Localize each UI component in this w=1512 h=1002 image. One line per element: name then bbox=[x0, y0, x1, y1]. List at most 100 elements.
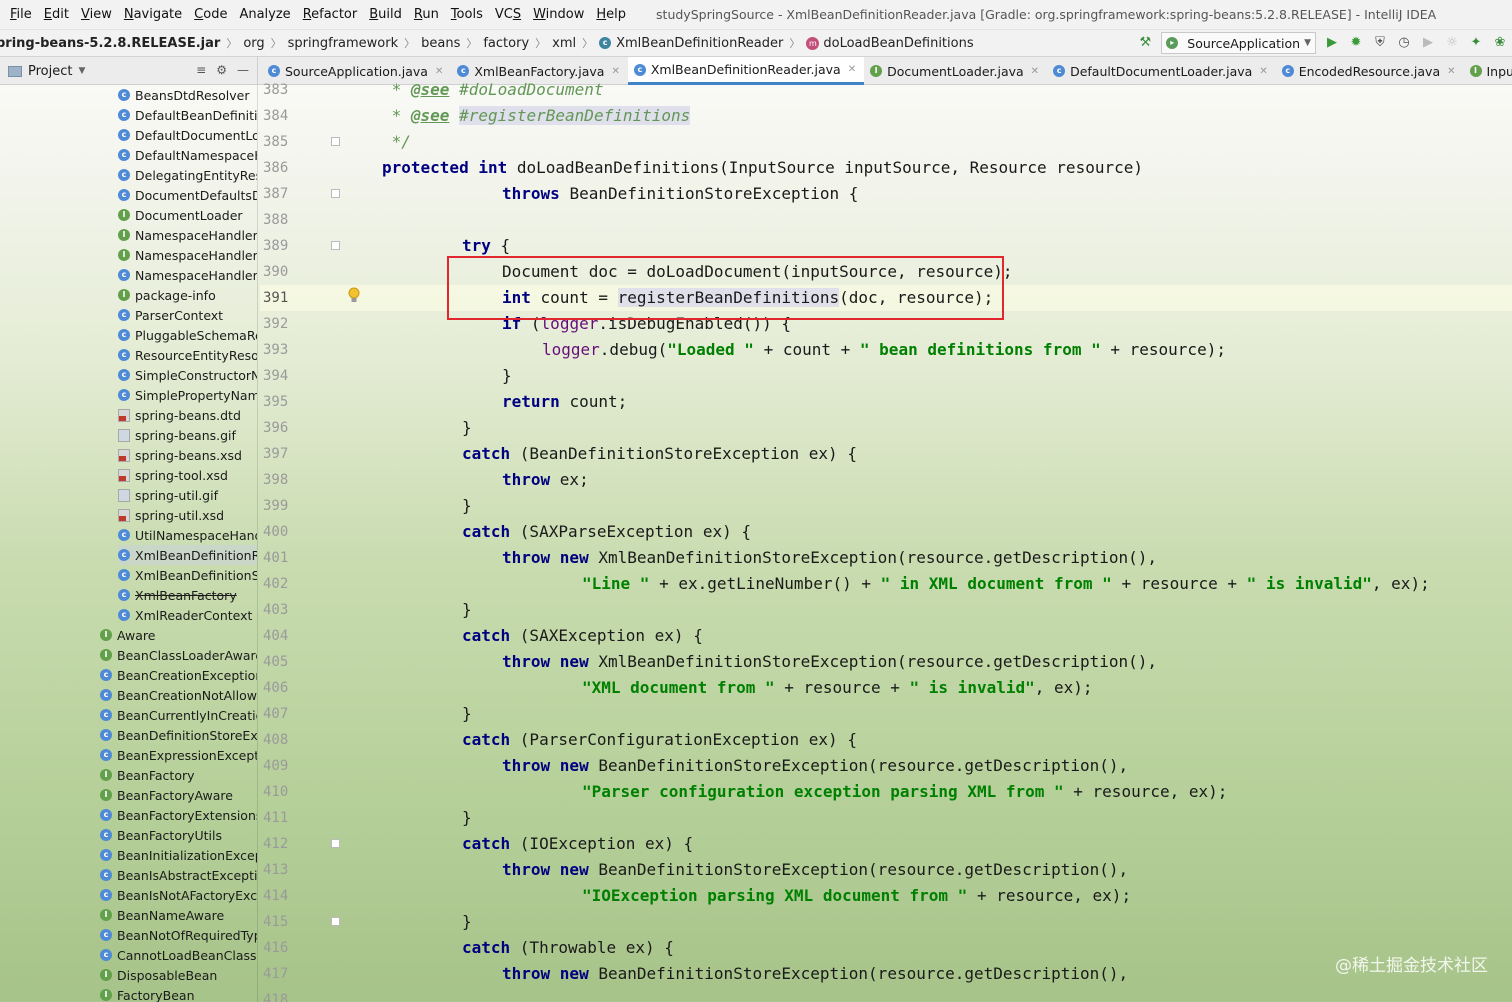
run-icon[interactable]: ▶ bbox=[1324, 35, 1340, 51]
menu-run[interactable]: Run bbox=[408, 7, 445, 22]
tree-item[interactable]: Ipackage-info bbox=[118, 285, 257, 305]
tree-item[interactable]: c PluggableSchemaRes bbox=[118, 325, 257, 345]
fold-marker-icon[interactable] bbox=[331, 917, 340, 926]
intention-bulb-icon[interactable] bbox=[347, 287, 361, 305]
run-configuration-selector[interactable]: ▸ SourceApplication ▼ bbox=[1161, 32, 1316, 54]
tree-item[interactable]: c BeanDefinitionStoreExce bbox=[100, 725, 257, 745]
tree-item[interactable]: I NamespaceHandlerR bbox=[118, 245, 257, 265]
menu-analyze[interactable]: Analyze bbox=[233, 7, 296, 22]
tree-item[interactable]: I NamespaceHandler bbox=[118, 225, 257, 245]
menu-tools[interactable]: Tools bbox=[445, 7, 489, 22]
tab-xmlbeandefinitionreader-java[interactable]: c XmlBeanDefinitionReader.java ✕ bbox=[627, 57, 865, 85]
tree-item[interactable]: I DisposableBean bbox=[100, 965, 257, 985]
tree-item[interactable]: c NamespaceHandlerS bbox=[118, 265, 257, 285]
tree-item[interactable]: I BeanFactory bbox=[100, 765, 257, 785]
tree-item[interactable]: c BeanCreationException bbox=[100, 665, 257, 685]
breadcrumb-item[interactable]: springframework bbox=[288, 36, 398, 51]
fold-marker-icon[interactable] bbox=[331, 241, 340, 250]
breadcrumb-item[interactable]: org bbox=[243, 36, 264, 51]
tree-item[interactable]: c DocumentDefaultsDe bbox=[118, 185, 257, 205]
settings-leaf-icon[interactable]: ❀ bbox=[1492, 35, 1508, 51]
tree-item[interactable]: c SimplePropertyName bbox=[118, 385, 257, 405]
project-panel-header[interactable]: Project ▼ ≡ ⚙ — bbox=[0, 57, 258, 85]
tree-item[interactable]: c DelegatingEntityResc bbox=[118, 165, 257, 185]
tree-item[interactable]: c SimpleConstructorNa bbox=[118, 365, 257, 385]
menu-navigate[interactable]: Navigate bbox=[118, 7, 188, 22]
menu-code[interactable]: Code bbox=[188, 7, 233, 22]
chevron-down-icon[interactable]: ▼ bbox=[78, 66, 85, 76]
code-editor[interactable]: * @see #doLoadDocument * @see #registerB… bbox=[340, 80, 1512, 1002]
tree-item[interactable]: c DefaultNamespaceH bbox=[118, 145, 257, 165]
tree-item[interactable]: c ResourceEntityResolv bbox=[118, 345, 257, 365]
tree-item[interactable]: c BeanFactoryUtils bbox=[100, 825, 257, 845]
fold-marker-icon[interactable] bbox=[331, 839, 340, 848]
tree-item[interactable]: c BeansDtdResolver bbox=[118, 85, 257, 105]
attach-icon[interactable]: ☼ bbox=[1444, 35, 1460, 51]
tree-item[interactable]: c BeanIsNotAFactoryExcep bbox=[100, 885, 257, 905]
tree-item[interactable]: c BeanInitializationExcepti bbox=[100, 845, 257, 865]
tree-item[interactable]: I Aware bbox=[100, 625, 257, 645]
minimize-icon[interactable]: — bbox=[237, 63, 249, 77]
menu-vcs[interactable]: VCS bbox=[489, 7, 527, 22]
tree-item[interactable]: I FactoryBean bbox=[100, 985, 257, 1002]
profile-icon[interactable]: ◷ bbox=[1396, 35, 1412, 51]
stop-icon[interactable]: ▶ bbox=[1420, 35, 1436, 51]
build-hammer-icon[interactable]: ⚒ bbox=[1137, 35, 1153, 51]
tree-item[interactable]: c CannotLoadBeanClassEx bbox=[100, 945, 257, 965]
close-icon[interactable]: ✕ bbox=[1447, 66, 1455, 77]
tree-item[interactable]: spring-util.xsd bbox=[118, 505, 257, 525]
tree-item[interactable]: c BeanCreationNotAllowec bbox=[100, 685, 257, 705]
tab-encodedresource-java[interactable]: c EncodedResource.java ✕ bbox=[1276, 57, 1464, 85]
breadcrumb-item[interactable]: c XmlBeanDefinitionReader bbox=[599, 36, 783, 51]
tab-documentloader-java[interactable]: I DocumentLoader.java ✕ bbox=[864, 57, 1047, 85]
breadcrumb-item[interactable]: factory bbox=[483, 36, 529, 51]
breadcrumb-item[interactable]: beans bbox=[421, 36, 460, 51]
tree-item[interactable]: I BeanFactoryAware bbox=[100, 785, 257, 805]
menu-edit[interactable]: Edit bbox=[38, 7, 75, 22]
breadcrumb-item[interactable]: xml bbox=[552, 36, 576, 51]
close-icon[interactable]: ✕ bbox=[1259, 66, 1267, 77]
tree-item[interactable]: c XmlBeanDefinitionRe bbox=[118, 545, 257, 565]
tree-item[interactable]: c BeanNotOfRequiredTyp bbox=[100, 925, 257, 945]
tree-item[interactable]: c BeanIsAbstractException bbox=[100, 865, 257, 885]
tree-item[interactable]: c XmlBeanDefinitionSto bbox=[118, 565, 257, 585]
tree-item[interactable]: spring-beans.gif bbox=[118, 425, 257, 445]
close-icon[interactable]: ✕ bbox=[1031, 66, 1039, 77]
close-icon[interactable]: ✕ bbox=[611, 66, 619, 77]
tree-item[interactable]: c BeanFactoryExtensionsK bbox=[100, 805, 257, 825]
debug-icon[interactable]: ✹ bbox=[1348, 35, 1364, 51]
menu-refactor[interactable]: Refactor bbox=[297, 7, 364, 22]
menu-help[interactable]: Help bbox=[590, 7, 632, 22]
tree-item[interactable]: spring-tool.xsd bbox=[118, 465, 257, 485]
gear-icon[interactable]: ⚙ bbox=[216, 63, 227, 77]
close-icon[interactable]: ✕ bbox=[435, 66, 443, 77]
tree-item[interactable]: c UtilNamespaceHandl bbox=[118, 525, 257, 545]
menu-file[interactable]: File bbox=[4, 7, 38, 22]
fold-marker-icon[interactable] bbox=[331, 137, 340, 146]
tree-item[interactable]: I BeanNameAware bbox=[100, 905, 257, 925]
tree-item[interactable]: c XmlReaderContext bbox=[118, 605, 257, 625]
tree-item[interactable]: c BeanCurrentlyInCreation bbox=[100, 705, 257, 725]
menu-build[interactable]: Build bbox=[363, 7, 408, 22]
tab-inputstreamsou[interactable]: I InputStreamSou bbox=[1464, 57, 1512, 85]
update-icon[interactable]: ✦ bbox=[1468, 35, 1484, 51]
close-icon[interactable]: ✕ bbox=[848, 64, 856, 75]
breadcrumb-item[interactable]: m doLoadBeanDefinitions bbox=[806, 36, 974, 51]
fold-marker-icon[interactable] bbox=[331, 189, 340, 198]
menu-window[interactable]: Window bbox=[527, 7, 590, 22]
breadcrumb-item[interactable]: pring-beans-5.2.8.RELEASE.jar bbox=[0, 36, 220, 51]
tree-item[interactable]: I BeanClassLoaderAware bbox=[100, 645, 257, 665]
tree-item[interactable]: c ParserContext bbox=[118, 305, 257, 325]
coverage-icon[interactable]: ⛨ bbox=[1372, 35, 1388, 51]
tab-defaultdocumentloader-java[interactable]: c DefaultDocumentLoader.java ✕ bbox=[1047, 57, 1276, 85]
tree-item[interactable]: spring-beans.dtd bbox=[118, 405, 257, 425]
tree-item[interactable]: I DocumentLoader bbox=[118, 205, 257, 225]
collapse-all-icon[interactable]: ≡ bbox=[196, 63, 206, 77]
tree-item[interactable]: c DefaultDocumentLoa bbox=[118, 125, 257, 145]
tree-item[interactable]: spring-util.gif bbox=[118, 485, 257, 505]
menu-view[interactable]: View bbox=[75, 7, 118, 22]
tree-item[interactable]: spring-beans.xsd bbox=[118, 445, 257, 465]
tree-item[interactable]: c XmlBeanFactory bbox=[118, 585, 257, 605]
tree-item[interactable]: c BeanExpressionExceptio bbox=[100, 745, 257, 765]
tree-item[interactable]: c DefaultBeanDefinition bbox=[118, 105, 257, 125]
